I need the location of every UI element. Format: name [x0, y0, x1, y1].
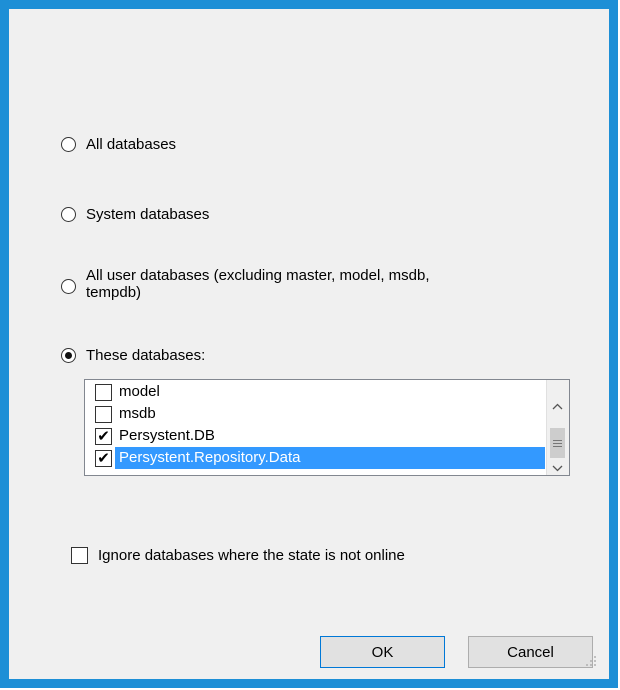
- radio-label: These databases:: [86, 347, 206, 364]
- list-item-selected[interactable]: ✔ Persystent.Repository.Data: [85, 447, 545, 469]
- list-item-label: msdb: [119, 405, 156, 422]
- list-item-checkbox[interactable]: ✔: [95, 427, 112, 445]
- radio-button[interactable]: [61, 279, 76, 294]
- radio-button[interactable]: [61, 137, 76, 152]
- list-item[interactable]: msdb: [85, 403, 545, 425]
- radio-label-line1: All user databases (excluding master, mo…: [86, 267, 430, 284]
- ignore-offline-option[interactable]: Ignore databases where the state is not …: [71, 547, 405, 564]
- cancel-button[interactable]: Cancel: [468, 636, 593, 668]
- radio-these-databases[interactable]: These databases:: [61, 346, 205, 365]
- radio-label: System databases: [86, 206, 210, 223]
- check-icon: ✔: [97, 449, 110, 467]
- radio-label-line2: tempdb): [86, 284, 142, 301]
- list-item-label: model: [119, 383, 160, 400]
- check-icon: ✔: [97, 427, 110, 445]
- chevron-up-icon[interactable]: [547, 396, 568, 416]
- list-item-checkbox[interactable]: [95, 383, 112, 401]
- scroll-thumb[interactable]: [550, 428, 565, 458]
- chevron-down-icon[interactable]: [547, 458, 568, 475]
- ok-button[interactable]: OK: [320, 636, 445, 668]
- list-item[interactable]: model: [85, 381, 545, 403]
- radio-label: All user databases (excluding master, mo…: [86, 267, 430, 301]
- radio-button-checked[interactable]: [61, 348, 76, 363]
- database-selection-dialog: All databases System databases All user …: [0, 0, 618, 688]
- resize-grip-icon[interactable]: [585, 655, 597, 667]
- radio-all-user-databases[interactable]: All user databases (excluding master, mo…: [61, 267, 430, 301]
- database-checklist[interactable]: model msdb ✔ Persystent.DB ✔ Persystent.…: [84, 379, 570, 476]
- list-item-label: Persystent.DB: [119, 427, 215, 444]
- vertical-scrollbar[interactable]: [546, 380, 569, 475]
- radio-button[interactable]: [61, 207, 76, 222]
- radio-system-databases[interactable]: System databases: [61, 205, 209, 224]
- list-item-label: Persystent.Repository.Data: [115, 447, 545, 469]
- list-item-checkbox[interactable]: [95, 405, 112, 423]
- ignore-offline-checkbox[interactable]: [71, 547, 88, 564]
- list-item-checkbox[interactable]: ✔: [95, 449, 112, 467]
- radio-all-databases[interactable]: All databases: [61, 135, 176, 154]
- list-item[interactable]: ✔ Persystent.DB: [85, 425, 545, 447]
- ignore-offline-label: Ignore databases where the state is not …: [98, 547, 405, 564]
- radio-label: All databases: [86, 136, 177, 153]
